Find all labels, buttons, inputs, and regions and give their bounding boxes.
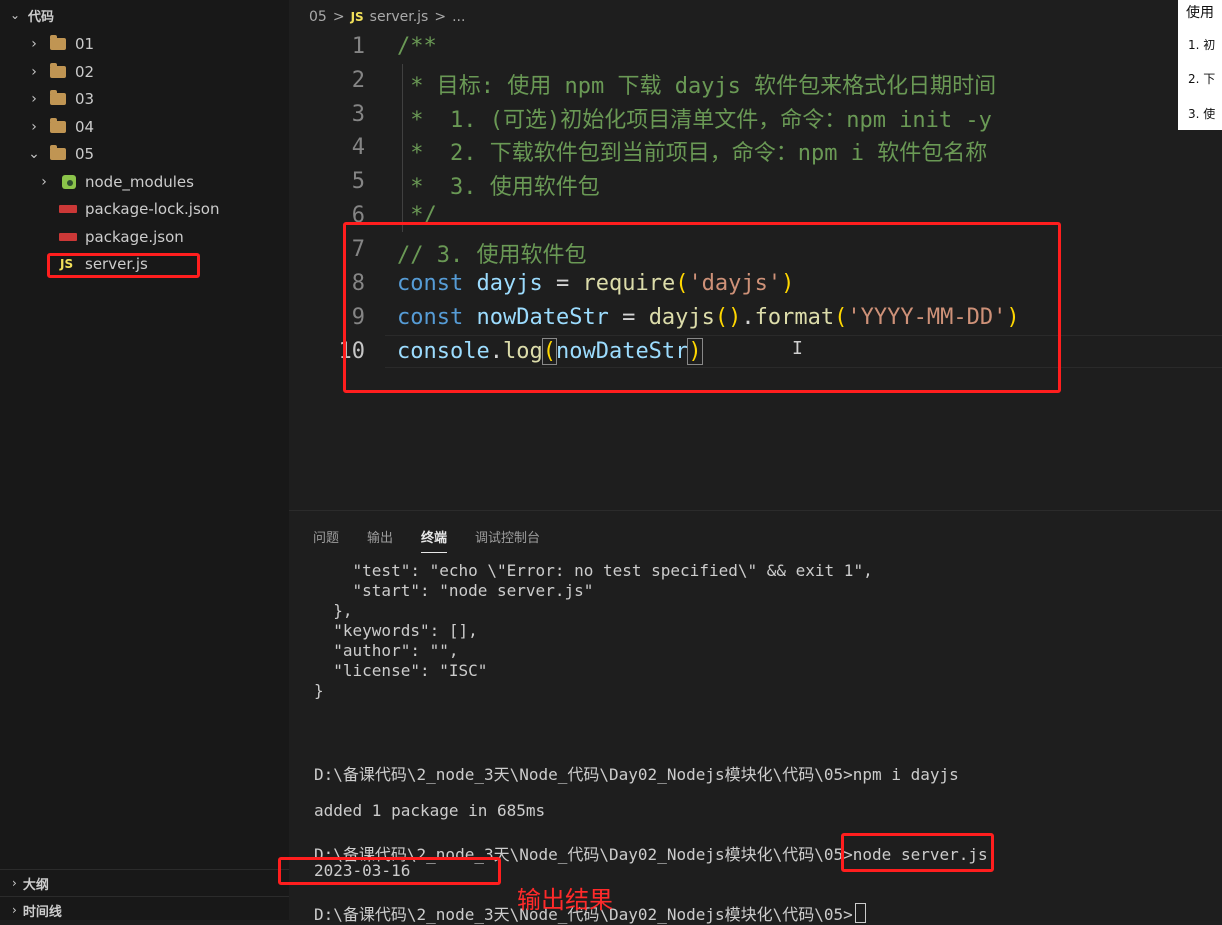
bottom-panel: 问题 输出 终端 调试控制台 "test": "echo \"Error: no… <box>278 510 1222 924</box>
line-number: 3 <box>351 102 365 127</box>
javascript-file-icon: JS <box>350 10 364 24</box>
preview-item-text: 下 <box>1203 72 1216 86</box>
tree-folder-label: 01 <box>75 34 95 53</box>
explorer-root-header[interactable]: ⌄ 代码 <box>0 2 289 28</box>
timeline-label: 时间线 <box>22 904 62 920</box>
chevron-right-icon: › <box>31 63 37 80</box>
outline-label: 大纲 <box>22 877 49 893</box>
npm-icon <box>59 233 77 241</box>
node-modules-folder-icon <box>62 175 76 189</box>
highlight-box-code <box>343 222 1061 393</box>
tree-folder-05[interactable]: ⌄ 05 <box>0 140 289 167</box>
breadcrumb: 05 > JS server.js > ... <box>309 6 465 28</box>
highlight-box-server-js <box>47 253 200 278</box>
chevron-down-icon: ⌄ <box>28 145 40 162</box>
breadcrumb-separator: > <box>332 9 345 25</box>
preview-item-text: 初 <box>1203 38 1216 52</box>
terminal-line: added 1 package in 685ms <box>314 801 546 820</box>
tab-terminal[interactable]: 终端 <box>421 527 448 553</box>
folder-icon <box>50 118 66 133</box>
code-line-5: * 3. 使用软件包 <box>397 175 600 200</box>
folder-icon <box>50 35 66 50</box>
chevron-right-icon: › <box>31 35 37 52</box>
tree-file-label: node_modules <box>85 172 194 191</box>
preview-panel: 使用 1. 初 2. 下 3. 使 <box>1178 0 1222 130</box>
code-line-4: * 2. 下载软件包到当前项目，命令：npm i 软件包名称 <box>397 141 988 166</box>
tree-folder-label: 04 <box>75 117 95 136</box>
tree-folder-01[interactable]: › 01 <box>0 30 289 57</box>
explorer-root-label: 代码 <box>28 9 55 25</box>
npm-icon <box>59 205 77 213</box>
preview-item-number: 2. <box>1188 72 1200 86</box>
code-line-2: * 目标: 使用 npm 下载 dayjs 软件包来格式化日期时间 <box>397 74 997 99</box>
tree-file-label: package.json <box>85 227 184 246</box>
panel-tabs: 问题 输出 终端 调试控制台 <box>313 527 540 553</box>
folder-icon <box>50 63 66 78</box>
chevron-right-icon: › <box>12 876 17 890</box>
chevron-right-icon: › <box>31 90 37 107</box>
terminal-line: } <box>314 681 324 700</box>
folder-icon <box>50 90 66 105</box>
tree-folder-03[interactable]: › 03 <box>0 85 289 112</box>
explorer-sidebar: ⌄ 代码 › 01 › 02 › 03 › 04 ⌄ 05 › node_mod… <box>0 0 289 920</box>
preview-item-number: 3. <box>1188 107 1200 121</box>
terminal-line: "license": "ISC" <box>314 661 488 680</box>
preview-item-text: 使 <box>1203 107 1216 121</box>
preview-item: 2. 下 <box>1188 70 1215 87</box>
tree-folder-04[interactable]: › 04 <box>0 113 289 140</box>
terminal-line: D:\备课代码\2_node_3天\Node_代码\Day02_Nodejs模块… <box>314 765 959 784</box>
preview-title: 使用 <box>1186 5 1214 21</box>
folder-open-icon <box>50 145 66 160</box>
tree-file-package-lock[interactable]: package-lock.json <box>0 195 289 222</box>
timeline-section-header[interactable]: › 时间线 <box>0 896 289 923</box>
breadcrumb-file[interactable]: server.js <box>370 9 429 25</box>
tree-folder-label: 02 <box>75 62 95 81</box>
chevron-down-icon: ⌄ <box>10 8 21 22</box>
tree-file-package-json[interactable]: package.json <box>0 223 289 250</box>
terminal-line: "test": "echo \"Error: no test specified… <box>314 561 873 580</box>
highlight-box-output <box>278 857 501 885</box>
code-editor[interactable]: 05 > JS server.js > ... 1 2 3 4 5 6 7 8 … <box>289 0 1222 510</box>
tree-folder-02[interactable]: › 02 <box>0 58 289 85</box>
code-line-3: * 1. (可选)初始化项目清单文件，命令：npm init -y <box>397 108 992 133</box>
chevron-right-icon: › <box>12 903 17 917</box>
output-result-annotation: 输出结果 <box>517 886 613 914</box>
terminal-line: "start": "node server.js" <box>314 581 594 600</box>
highlight-box-command <box>841 833 994 872</box>
tree-folder-node-modules[interactable]: › node_modules <box>0 168 289 195</box>
breadcrumb-separator: > <box>434 9 447 25</box>
line-number: 5 <box>351 169 365 194</box>
preview-item: 3. 使 <box>1188 105 1215 122</box>
line-number: 2 <box>351 68 365 93</box>
line-number: 1 <box>351 34 365 59</box>
terminal-line: "author": "", <box>314 641 459 660</box>
outline-section-header[interactable]: › 大纲 <box>0 869 289 896</box>
breadcrumb-folder[interactable]: 05 <box>309 9 327 25</box>
tree-folder-label: 05 <box>75 144 95 163</box>
terminal-line: "keywords": [], <box>314 621 478 640</box>
preview-item: 1. 初 <box>1188 36 1215 53</box>
tree-folder-label: 03 <box>75 89 95 108</box>
tab-debug-console[interactable]: 调试控制台 <box>475 527 540 553</box>
tab-problems[interactable]: 问题 <box>313 527 339 553</box>
terminal-cursor-icon <box>854 903 866 923</box>
code-line-1: /** <box>397 34 437 59</box>
tab-output[interactable]: 输出 <box>367 527 393 553</box>
chevron-right-icon: › <box>31 118 37 135</box>
preview-item-number: 1. <box>1188 38 1200 52</box>
tree-file-label: package-lock.json <box>85 199 220 218</box>
line-number: 4 <box>351 135 365 160</box>
terminal-line: }, <box>314 601 353 620</box>
chevron-right-icon: › <box>41 173 47 190</box>
breadcrumb-symbol[interactable]: ... <box>452 9 465 25</box>
